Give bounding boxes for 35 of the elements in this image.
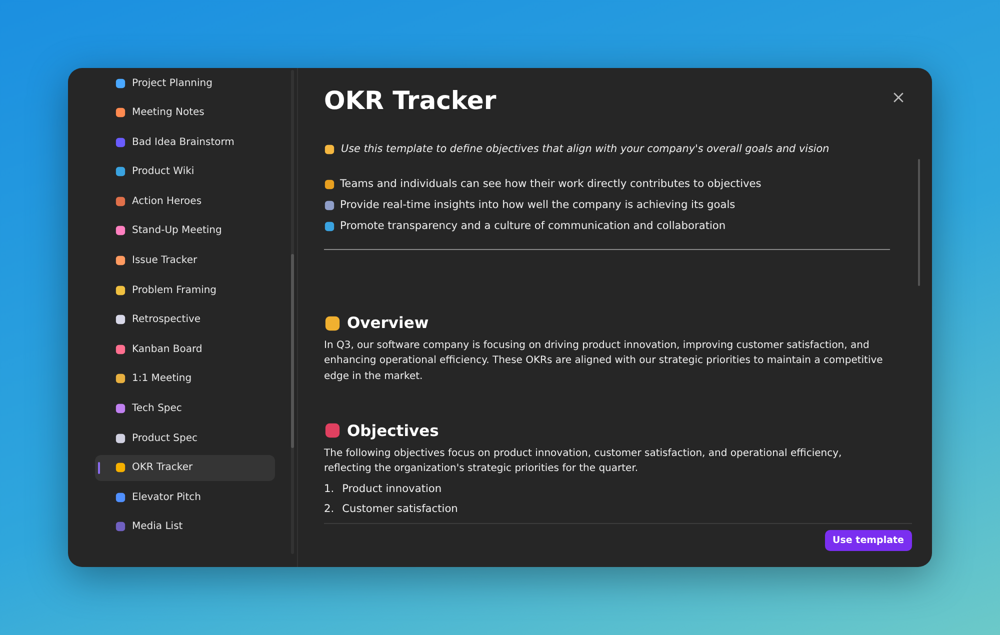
sidebar-item[interactable]: Issue Tracker (95, 248, 275, 274)
benefit-text: Teams and individuals can see how their work directly contributes to objectives (340, 177, 762, 191)
benefit-text: Promote transparency and a culture of communication and collaboration (340, 219, 726, 233)
sidebar-item[interactable]: Project Planning (95, 70, 275, 96)
sidebar-item[interactable]: Product Wiki (95, 158, 275, 185)
selection-indicator (98, 462, 100, 474)
scrollbar[interactable] (291, 70, 294, 554)
intro-text: Use this template to define objectives that align with your company's overall goals and vision (341, 143, 830, 155)
use-template-button[interactable]: Use template (824, 530, 912, 551)
list-item: Customer satisfaction (342, 502, 458, 516)
sidebar-item[interactable]: Stand-Up Meeting (95, 218, 275, 244)
sidebar-item[interactable]: Meeting Notes (95, 100, 275, 126)
sidebar-item[interactable]: Tech Spec (95, 396, 275, 422)
list-number: 2. (324, 502, 334, 516)
sidebar-item[interactable]: OKR Tracker (95, 454, 275, 481)
section-heading: Objectives (347, 422, 439, 440)
sidebar-item[interactable]: Action Heroes (95, 188, 275, 214)
sidebar-item[interactable]: Bad Idea Brainstorm (95, 129, 275, 156)
sidebar-item[interactable]: Product Spec (95, 425, 275, 452)
sidebar-item[interactable]: Elevator Pitch (95, 484, 275, 510)
sidebar-item[interactable]: Problem Framing (95, 277, 275, 304)
section-paragraph: The following objectives focus on product innovation, customer satisfaction, and operational efficiency, reflecting the organization's strategic priorities for the quarter. (324, 446, 843, 476)
scrollbar-thumb[interactable] (291, 254, 294, 448)
scrollbar[interactable] (918, 159, 920, 286)
sidebar-item[interactable]: 1:1 Meeting (95, 366, 275, 392)
section-heading: Overview (347, 314, 429, 332)
sidebar-item[interactable]: Media List (95, 514, 275, 540)
benefit-text: Provide real-time insights into how well the company is achieving its goals (340, 198, 736, 212)
close-icon (893, 92, 904, 103)
section-paragraph: In Q3, our software company is focusing on driving product innovation, improving customer satisfaction, and enhancing operational efficiency. These OKRs are aligned with our strategic priorities to maintain a competitive edge in the market. (324, 339, 884, 384)
list-item: Product innovation (342, 482, 442, 496)
dialog-title: OKR Tracker (324, 86, 496, 115)
sidebar-item[interactable]: Retrospective (95, 306, 275, 333)
sidebar-item[interactable]: Kanban Board (95, 336, 275, 362)
list-number: 1. (324, 482, 334, 496)
